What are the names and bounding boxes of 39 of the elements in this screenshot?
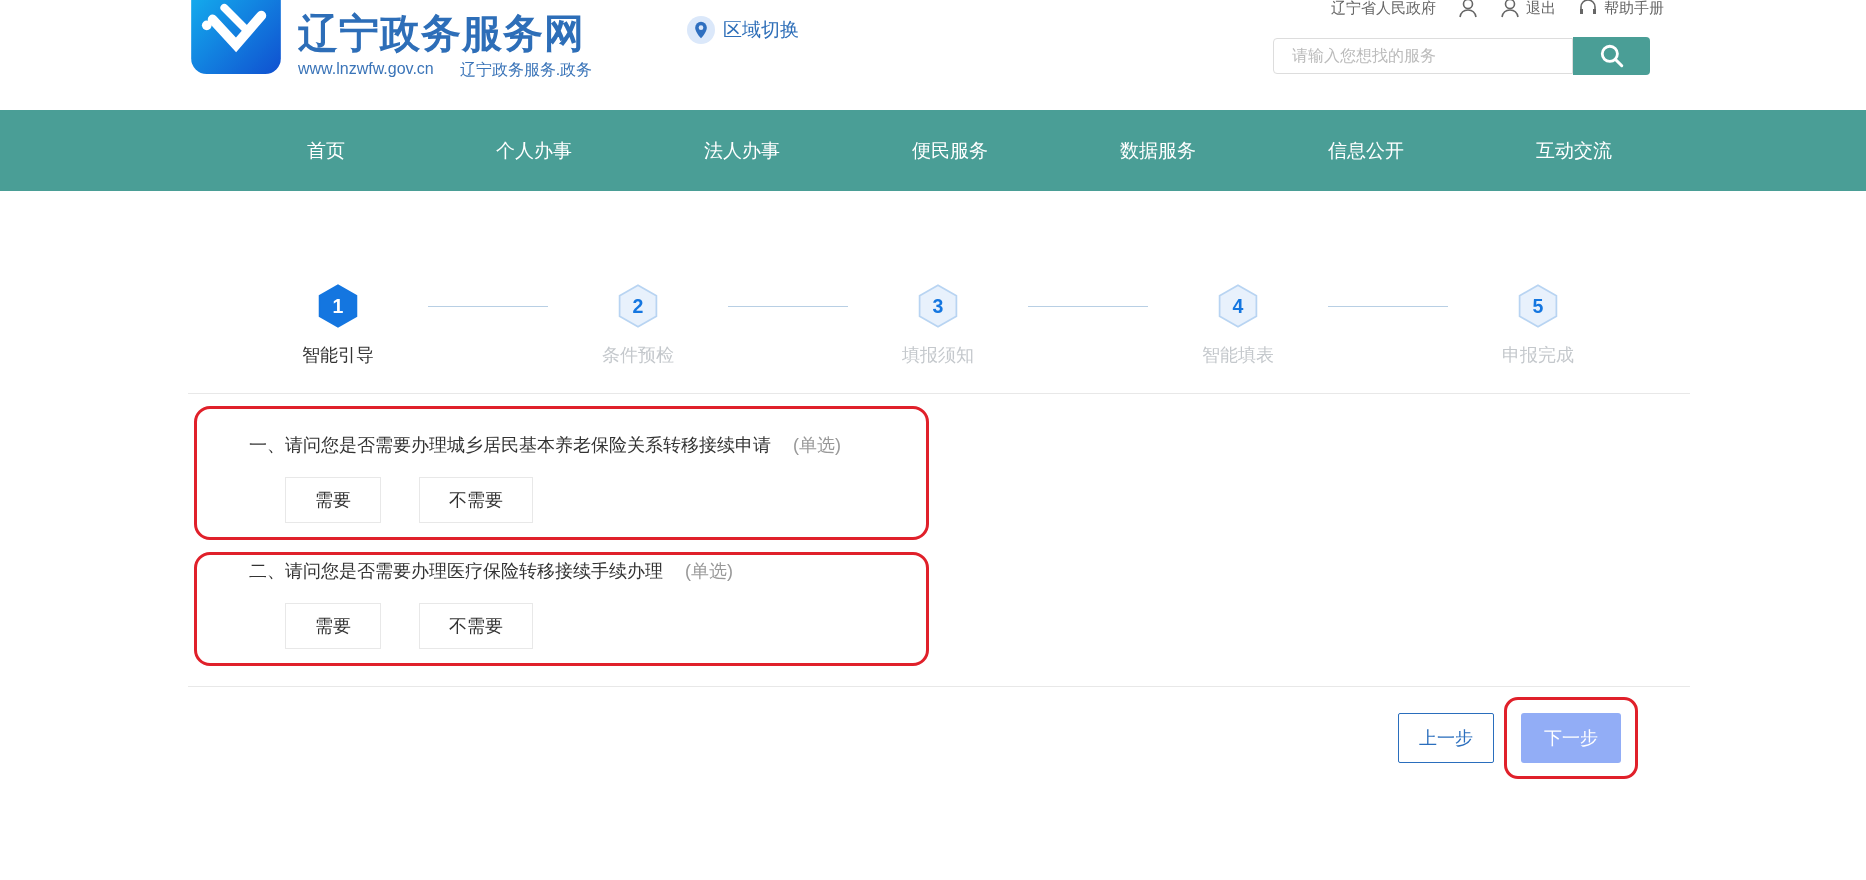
search-icon (1598, 43, 1625, 69)
previous-button[interactable]: 上一步 (1398, 713, 1494, 763)
help-link[interactable]: 帮助手册 (1578, 0, 1664, 18)
step-number-badge: 3 (917, 283, 959, 329)
question-hint: (单选) (793, 434, 841, 457)
step-number-badge: 5 (1517, 283, 1559, 329)
option-button[interactable]: 需要 (285, 477, 381, 523)
nav-item[interactable]: 信息公开 (1262, 137, 1470, 164)
site-domain: 辽宁政务服务.政务 (459, 60, 593, 80)
location-pin-icon (687, 16, 716, 44)
nav-item[interactable]: 个人办事 (430, 137, 638, 164)
site-url: www.lnzwfw.gov.cn (298, 60, 434, 79)
step-number-badge: 2 (617, 283, 659, 329)
nav-item[interactable]: 法人办事 (638, 137, 846, 164)
step-number-badge: 4 (1217, 283, 1259, 329)
user-icon (1500, 0, 1520, 18)
step-label: 条件预检 (602, 344, 674, 367)
option-button[interactable]: 不需要 (419, 477, 533, 523)
search-field[interactable]: 请输入您想找的服务 (1273, 38, 1573, 74)
step-label: 智能引导 (302, 344, 374, 367)
top-link[interactable]: 辽宁省人民政府 (1331, 0, 1436, 18)
nav-item[interactable]: 数据服务 (1054, 137, 1262, 164)
nav-item[interactable]: 互动交流 (1470, 137, 1678, 164)
step-label: 填报须知 (902, 344, 974, 367)
site-title: 辽宁政务服务网 (298, 10, 586, 56)
user-icon[interactable] (1458, 0, 1478, 18)
option-button[interactable]: 不需要 (419, 603, 533, 649)
region-switch-link[interactable]: 区域切换 (687, 16, 800, 44)
nav-item[interactable]: 首页 (222, 137, 430, 164)
nav-item[interactable]: 便民服务 (846, 137, 1054, 164)
step-number-badge: 1 (317, 283, 359, 329)
search-button[interactable] (1573, 37, 1650, 75)
step-label: 申报完成 (1502, 344, 1574, 367)
logout-link[interactable]: 退出 (1500, 0, 1556, 18)
question-hint: (单选) (685, 560, 733, 583)
question-text: 一、请问您是否需要办理城乡居民基本养老保险关系转移接续申请 (249, 434, 771, 457)
step-label: 智能填表 (1202, 344, 1274, 367)
question-text: 二、请问您是否需要办理医疗保险转移接续手续办理 (249, 560, 663, 583)
option-button[interactable]: 需要 (285, 603, 381, 649)
